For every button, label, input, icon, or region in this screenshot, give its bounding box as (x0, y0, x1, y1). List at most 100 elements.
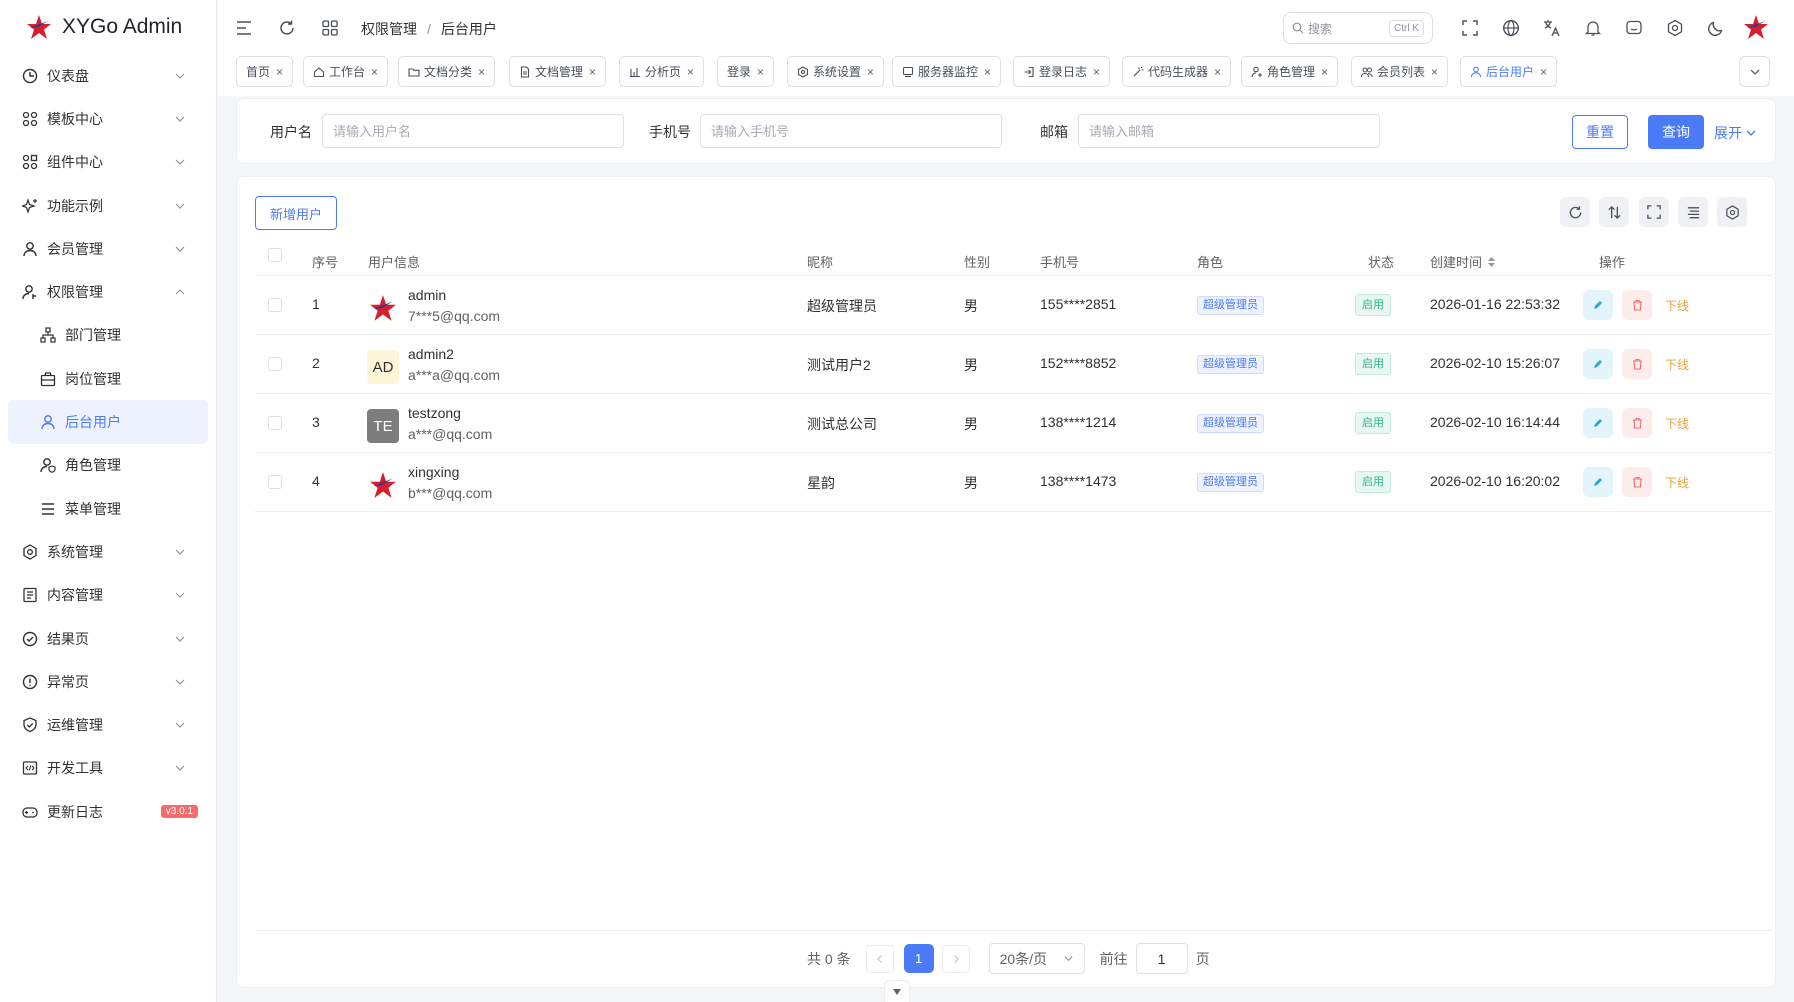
row-checkbox[interactable] (268, 475, 282, 489)
globe-icon[interactable] (1501, 18, 1521, 38)
status-badge: 启用 (1355, 412, 1391, 434)
tab-login[interactable]: 登录 × (717, 56, 775, 87)
chat-icon[interactable] (1624, 18, 1644, 38)
sidebar-item-result[interactable]: 结果页 (0, 617, 216, 660)
page-number-current[interactable]: 1 (903, 944, 934, 973)
sidebar-item-menus[interactable]: 菜单管理 (0, 487, 216, 530)
delete-button[interactable] (1622, 349, 1652, 379)
prev-page-button[interactable] (865, 944, 894, 973)
tab-login-log[interactable]: 登录日志 × (1013, 56, 1111, 87)
translate-icon[interactable] (1542, 18, 1562, 38)
chevron-down-icon (175, 73, 185, 79)
close-icon[interactable]: × (1431, 65, 1438, 79)
density-icon[interactable] (1678, 197, 1708, 227)
close-icon[interactable]: × (371, 65, 378, 79)
table-row: 2 AD admin2 a***a@qq.com 测试用户2 男 152****… (255, 335, 1772, 394)
sidebar-item-changelog[interactable]: 更新日志 v3.0.1 (0, 790, 216, 833)
menu-fold-icon[interactable] (234, 18, 254, 38)
refresh-icon[interactable] (277, 18, 297, 38)
chevron-down-icon (175, 246, 185, 252)
edit-button[interactable] (1583, 290, 1613, 320)
sidebar-item-content[interactable]: 内容管理 (0, 574, 216, 617)
close-icon[interactable]: × (1093, 65, 1100, 79)
close-icon[interactable]: × (478, 65, 485, 79)
apps-grid-icon[interactable] (320, 18, 340, 38)
tab-server-monitor[interactable]: 服务器监控 × (892, 56, 1002, 87)
sidebar-item-departments[interactable]: 部门管理 (0, 314, 216, 357)
offline-link[interactable]: 下线 (1665, 297, 1689, 314)
page-size-select[interactable]: 20条/页 (988, 943, 1085, 974)
fullscreen-icon[interactable] (1460, 18, 1480, 38)
select-all-checkbox[interactable] (268, 248, 282, 262)
close-icon[interactable]: × (276, 65, 283, 79)
goto-page-input[interactable]: 1 (1135, 943, 1188, 974)
tab-member-list[interactable]: 会员列表 × (1351, 56, 1449, 87)
sidebar-item-exception[interactable]: 异常页 (0, 660, 216, 703)
close-icon[interactable]: × (1214, 65, 1221, 79)
delete-button[interactable] (1622, 408, 1652, 438)
close-icon[interactable]: × (867, 65, 874, 79)
settings-icon[interactable] (1665, 18, 1685, 38)
offline-link[interactable]: 下线 (1665, 356, 1689, 373)
close-icon[interactable]: × (687, 65, 694, 79)
sidebar-item-positions[interactable]: 岗位管理 (0, 357, 216, 400)
sidebar-item-templates[interactable]: 模板中心 (0, 97, 216, 140)
close-icon[interactable]: × (1540, 65, 1547, 79)
tab-workbench[interactable]: 工作台 × (303, 56, 389, 87)
expand-toggle[interactable]: 展开 (1714, 123, 1757, 143)
column-header-created[interactable]: 创建时间 (1430, 252, 1496, 271)
close-icon[interactable]: × (1321, 65, 1328, 79)
sidebar-item-dashboard[interactable]: 仪表盘 (0, 54, 216, 97)
close-icon[interactable]: × (984, 65, 991, 79)
bell-icon[interactable] (1583, 18, 1603, 38)
tabs-dropdown-button[interactable] (1739, 56, 1770, 87)
next-page-button[interactable] (941, 944, 970, 973)
tab-role-management[interactable]: 角色管理 × (1241, 56, 1339, 87)
sidebar-item-admin-users[interactable]: 后台用户 (8, 400, 208, 444)
close-icon[interactable]: × (589, 65, 596, 79)
sidebar-item-devtools[interactable]: 开发工具 (0, 747, 216, 790)
tab-admin-users[interactable]: 后台用户 × (1460, 56, 1558, 87)
tab-analytics[interactable]: 分析页 × (619, 56, 705, 87)
table-row: 4 xingxing b***@qq.com 星韵 男 138****1473 … (255, 453, 1772, 512)
sidebar-item-system[interactable]: 系统管理 (0, 530, 216, 573)
add-user-button[interactable]: 新增用户 (255, 196, 337, 230)
row-checkbox[interactable] (268, 416, 282, 430)
global-search[interactable]: 搜索 Ctrl K (1283, 12, 1433, 44)
refresh-table-icon[interactable] (1560, 197, 1590, 227)
tab-system-settings[interactable]: 系统设置 × (787, 56, 885, 87)
sidebar-item-permissions[interactable]: 权限管理 (0, 270, 216, 313)
collapse-handle[interactable] (884, 980, 910, 1002)
moon-icon[interactable] (1706, 18, 1726, 38)
sidebar-item-ops[interactable]: 运维管理 (0, 703, 216, 746)
sidebar-item-roles[interactable]: 角色管理 (0, 444, 216, 487)
tab-home[interactable]: 首页 × (236, 56, 294, 87)
fullscreen-table-icon[interactable] (1639, 197, 1669, 227)
app-logo[interactable]: XYGo Admin (0, 0, 216, 54)
offline-link[interactable]: 下线 (1665, 474, 1689, 491)
edit-button[interactable] (1583, 349, 1613, 379)
sort-icon[interactable] (1599, 197, 1629, 227)
offline-link[interactable]: 下线 (1665, 415, 1689, 432)
breadcrumb-item-permissions[interactable]: 权限管理 (361, 19, 417, 39)
reset-button[interactable]: 重置 (1572, 115, 1628, 149)
email-input[interactable] (1078, 114, 1380, 148)
edit-button[interactable] (1583, 467, 1613, 497)
sidebar-item-components[interactable]: 组件中心 (0, 141, 216, 184)
tab-doc-category[interactable]: 文档分类 × (398, 56, 496, 87)
sidebar-item-members[interactable]: 会员管理 (0, 227, 216, 270)
username-input[interactable] (322, 114, 624, 148)
close-icon[interactable]: × (757, 65, 764, 79)
delete-button[interactable] (1622, 467, 1652, 497)
phone-input[interactable] (700, 114, 1002, 148)
delete-button[interactable] (1622, 290, 1652, 320)
column-settings-icon[interactable] (1717, 197, 1747, 227)
sidebar-item-examples[interactable]: 功能示例 (0, 184, 216, 227)
query-button[interactable]: 查询 (1648, 115, 1704, 149)
row-checkbox[interactable] (268, 298, 282, 312)
edit-button[interactable] (1583, 408, 1613, 438)
row-checkbox[interactable] (268, 357, 282, 371)
tab-code-generator[interactable]: 代码生成器 × (1122, 56, 1232, 87)
tab-doc-management[interactable]: 文档管理 × (509, 56, 607, 87)
user-avatar[interactable] (1743, 14, 1769, 40)
